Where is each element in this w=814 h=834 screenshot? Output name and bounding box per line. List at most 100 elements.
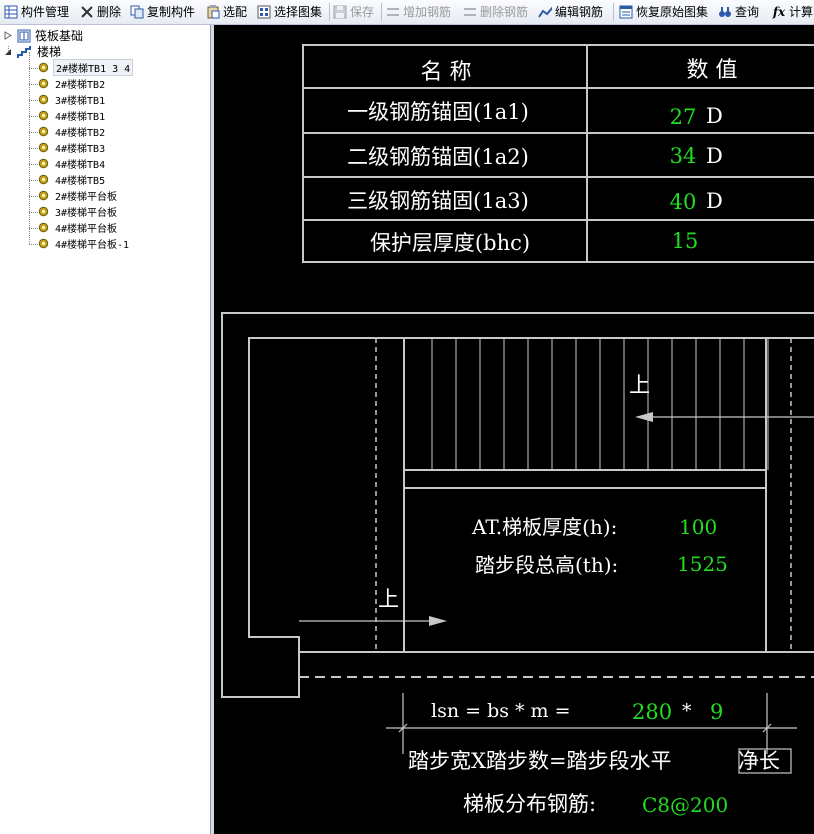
tree-item-label: 4#楼梯TB4 xyxy=(55,160,106,171)
gear-icon xyxy=(38,62,49,73)
tree-item-label: 4#楼梯TB2 xyxy=(55,128,106,139)
tree-item-stair[interactable]: 4#楼梯TB5 xyxy=(38,172,107,187)
total-height-value[interactable]: 1525 xyxy=(677,552,728,576)
tree-item-label: 4#楼梯平台板-1 xyxy=(55,240,130,251)
gear-icon xyxy=(38,222,49,233)
row2-name[interactable]: 二级钢筋锚固(1a2) xyxy=(347,145,529,169)
tree-item-label: 2#楼梯TB2 xyxy=(55,80,106,91)
up-arrow-upper xyxy=(635,412,814,422)
tree-item-label: 4#楼梯TB5 xyxy=(55,176,106,187)
tree-connector xyxy=(29,68,38,69)
toolbar-separator xyxy=(329,3,330,21)
tree-item-stair[interactable]: 4#楼梯平台板-1 xyxy=(38,236,131,251)
times-symbol: * xyxy=(682,700,692,722)
row2-value[interactable]: 34 xyxy=(670,144,697,168)
gear-icon xyxy=(38,158,49,169)
row4-value[interactable]: 15 xyxy=(672,229,699,253)
gear-icon xyxy=(38,174,49,185)
tree-item-label: 4#楼梯平台板 xyxy=(55,224,118,235)
add-rebar-icon xyxy=(386,5,400,19)
stair-drawing: 名 称 数 值 一级钢筋锚固(1a1) 27 D 二级钢筋锚固(1a2) 34 … xyxy=(221,44,814,817)
row4-name[interactable]: 保护层厚度(bhc) xyxy=(370,231,530,255)
toolbar-separator xyxy=(613,3,614,21)
calculate-button[interactable]: fx 计算 xyxy=(772,2,813,21)
save-label: 保存 xyxy=(350,5,375,19)
tree-connector xyxy=(29,132,38,133)
delete-rebar-button[interactable]: 删除钢筋 xyxy=(463,2,528,21)
thickness-value[interactable]: 100 xyxy=(679,515,717,539)
tree-node-label: 筏板基础 xyxy=(35,29,84,43)
component-manage-button[interactable]: 构件管理 xyxy=(4,2,69,21)
tree-item-stair[interactable]: 2#楼梯TB2 xyxy=(38,76,107,91)
save-button[interactable]: 保存 xyxy=(333,2,374,21)
calculate-label: 计算 xyxy=(789,5,814,19)
tree-connector xyxy=(29,180,38,181)
tree-item-stair[interactable]: 4#楼梯平台板 xyxy=(38,220,119,235)
binoculars-icon xyxy=(718,5,732,19)
query-button[interactable]: 查询 xyxy=(718,2,759,21)
gear-icon xyxy=(38,190,49,201)
restore-atlas-button[interactable]: 恢复原始图集 xyxy=(619,2,708,21)
copy-icon xyxy=(130,5,144,19)
collapse-triangle-icon[interactable] xyxy=(3,48,13,56)
tree-item-stair[interactable]: 4#楼梯TB2 xyxy=(38,124,107,139)
gear-icon xyxy=(38,78,49,89)
tree-item-stair[interactable]: 4#楼梯TB3 xyxy=(38,140,107,155)
lsn-formula-label: lsn = bs * m = xyxy=(431,700,571,722)
up-arrow-lower xyxy=(299,616,447,626)
table-header-value: 数 值 xyxy=(687,58,738,83)
step-width-value[interactable]: 280 xyxy=(632,700,672,724)
toolbar: 构件管理 删除 复制构件 选配 选择图集 保存 增加钢筋 删除钢筋 编辑钢筋 恢… xyxy=(0,0,814,25)
tree-connector xyxy=(29,228,38,229)
tree-item-label: 3#楼梯TB1 xyxy=(55,96,106,107)
thickness-label: AT.梯板厚度(h): xyxy=(471,515,617,539)
expand-triangle-icon[interactable] xyxy=(3,31,13,40)
table-header-name: 名 称 xyxy=(421,60,472,85)
grid-icon xyxy=(4,5,18,19)
tree-item-stair[interactable]: 2#楼梯TB1 3 4 xyxy=(38,59,134,76)
select-match-button[interactable]: 选配 xyxy=(206,2,247,21)
row3-name[interactable]: 三级钢筋锚固(1a3) xyxy=(347,189,529,213)
stair-treads xyxy=(431,338,769,470)
gear-icon xyxy=(38,110,49,121)
edit-rebar-button[interactable]: 编辑钢筋 xyxy=(538,2,603,21)
edit-rebar-label: 编辑钢筋 xyxy=(555,5,604,19)
copy-component-label: 复制构件 xyxy=(147,5,196,19)
tree-item-stair[interactable]: 2#楼梯平台板 xyxy=(38,188,119,203)
tree-item-stair[interactable]: 4#楼梯TB4 xyxy=(38,156,107,171)
dashed-guides xyxy=(375,338,792,652)
add-rebar-label: 增加钢筋 xyxy=(403,5,452,19)
row3-value[interactable]: 40 xyxy=(670,190,697,214)
step-count-value[interactable]: 9 xyxy=(710,700,723,724)
stair-outline xyxy=(221,312,814,698)
tree-item-stair[interactable]: 3#楼梯TB1 xyxy=(38,92,107,107)
copy-component-button[interactable]: 复制构件 xyxy=(130,2,195,21)
row3-unit: D xyxy=(706,189,723,213)
delete-label: 删除 xyxy=(97,5,122,19)
total-height-label: 踏步段总高(th): xyxy=(475,553,618,577)
row1-name[interactable]: 一级钢筋锚固(1a1) xyxy=(347,100,529,124)
gear-icon xyxy=(38,126,49,137)
tree-item-stair[interactable]: 4#楼梯TB1 xyxy=(38,108,107,123)
tree-item-stair[interactable]: 3#楼梯平台板 xyxy=(38,204,119,219)
select-atlas-button[interactable]: 选择图集 xyxy=(257,2,322,21)
delete-button[interactable]: 删除 xyxy=(80,2,121,21)
row1-value[interactable]: 27 xyxy=(670,105,697,129)
delete-rebar-label: 删除钢筋 xyxy=(480,5,529,19)
tree-connector xyxy=(29,244,38,245)
add-rebar-button[interactable]: 增加钢筋 xyxy=(386,2,451,21)
tree-node-stairs[interactable]: 楼梯 xyxy=(3,44,61,59)
gear-icon xyxy=(38,238,49,249)
tree-connector xyxy=(29,212,38,213)
clipboard-icon xyxy=(206,4,220,19)
query-label: 查询 xyxy=(735,5,760,19)
drawing-canvas[interactable]: 名 称 数 值 一级钢筋锚固(1a1) 27 D 二级钢筋锚固(1a2) 34 … xyxy=(214,25,814,834)
tree-connector xyxy=(29,116,38,117)
row1-unit: D xyxy=(706,104,723,128)
formula-text: 踏步宽X踏步数=踏步段水平 xyxy=(408,749,672,773)
function-fx-icon: fx xyxy=(772,4,786,19)
tree-node-raft-foundation[interactable]: 筏板基础 xyxy=(3,28,83,43)
tree-node-label: 楼梯 xyxy=(37,45,62,59)
toolbar-separator xyxy=(381,3,382,21)
distribution-value[interactable]: C8@200 xyxy=(642,793,728,817)
